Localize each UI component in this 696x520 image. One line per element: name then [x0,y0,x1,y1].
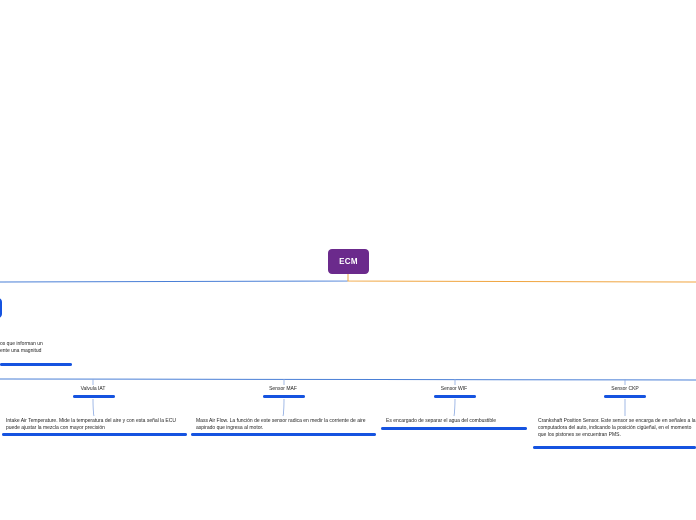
root-node-ecm[interactable]: ECM [328,249,369,274]
right-branch-line [347,274,696,283]
description-bar-wif [381,427,527,430]
mind-map-canvas: ECM os que informan un ente una magnitud… [0,0,696,520]
description-bar-iat [2,433,187,436]
topic-bar-maf [263,395,305,398]
left-description-bar [0,363,72,366]
desc-connector-maf [282,398,285,417]
left-description-line2: ente una magnitud [0,348,42,354]
desc-connector-wif [453,398,456,417]
topic-bar-iat [73,395,115,398]
desc-connector-iat [92,398,95,417]
left-description-line1: os que informan un [0,341,43,347]
description-wif: Es encargado de separar el agua del comb… [386,418,497,424]
description-iat: Intake Air Temperature. Mide la temperat… [6,418,176,431]
description-bar-maf [191,433,376,436]
topic-sensor-ckp[interactable]: Sensor CKP [595,386,655,392]
left-branch-line [0,274,349,283]
topic-bar-ckp [604,395,646,398]
left-child-node[interactable] [0,298,2,318]
topic-sensor-maf[interactable]: Sensor MAF [253,386,313,392]
topic-valvula-iat[interactable]: Valvula IAT [63,386,123,392]
description-ckp: Crankshaft Position Sensor. Este sensor … [538,418,696,438]
left-description: os que informan un ente una magnitud [0,341,70,355]
root-label: ECM [339,257,358,266]
sensors-horizontal-line [0,378,696,381]
description-bar-ckp [533,446,696,449]
topic-sensor-wif[interactable]: Sensor WIF [424,386,484,392]
description-maf: Mass Air Flow. La función de este sensor… [196,418,366,431]
topic-bar-wif [434,395,476,398]
